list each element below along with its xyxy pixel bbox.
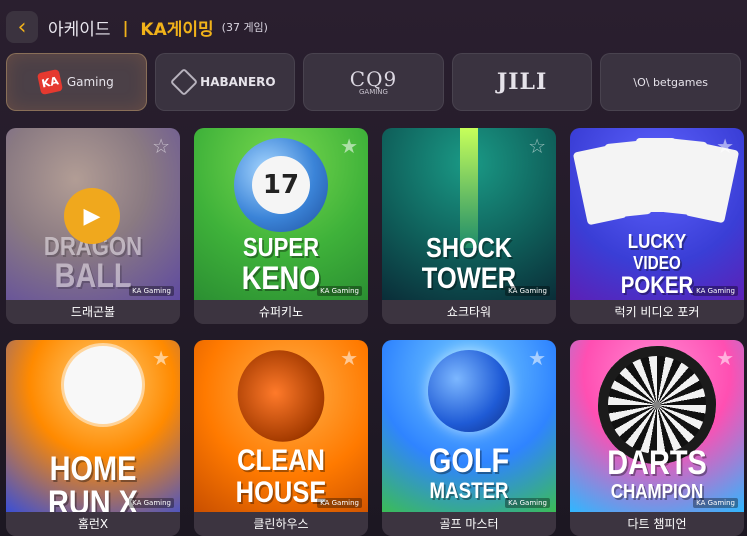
game-card[interactable]: 17 SUPER KENO ★ KA Gaming 슈퍼키노 <box>194 128 368 324</box>
ball-number-disc: 17 <box>252 156 310 214</box>
provider-tab-cq9[interactable]: CQ9 GAMING <box>303 53 444 111</box>
tower-graphic <box>460 128 478 248</box>
provider-badge: KA Gaming <box>317 498 362 508</box>
game-name: 슈퍼키노 <box>194 300 368 324</box>
provider-tab-habanero[interactable]: HABANERO <box>154 53 296 111</box>
game-name: 쇼크타워 <box>382 300 556 324</box>
bingo-ball: 17 <box>234 138 328 232</box>
favorite-star-icon[interactable]: ☆ <box>152 136 170 156</box>
favorite-star-icon[interactable]: ★ <box>152 348 170 368</box>
favorite-star-icon[interactable]: ★ <box>716 348 734 368</box>
provider-badge: KA Gaming <box>505 286 550 296</box>
provider-badge: KA Gaming <box>505 498 550 508</box>
habanero-logo-icon <box>170 67 199 97</box>
cockroach-graphic <box>225 340 337 454</box>
provider-label: HABANERO <box>200 75 276 89</box>
provider-badge: KA Gaming <box>129 286 174 296</box>
favorite-star-icon[interactable]: ☆ <box>528 136 546 156</box>
provider-badge: KA Gaming <box>129 498 174 508</box>
breadcrumb-separator: | <box>122 17 129 37</box>
provider-tab-betgames[interactable]: \O\ betgames <box>600 53 741 111</box>
breadcrumb-provider: KA게이밍 <box>140 19 214 40</box>
game-card[interactable]: HOME RUN X ★ KA Gaming 홈런X <box>6 340 180 536</box>
game-name: 클린하우스 <box>194 512 368 536</box>
game-name: 드래곤볼 <box>6 300 180 324</box>
favorite-star-icon[interactable]: ★ <box>528 348 546 368</box>
game-name: 골프 마스터 <box>382 512 556 536</box>
baseball <box>64 346 142 424</box>
provider-label: \O\ betgames <box>633 75 708 89</box>
game-card[interactable]: LUCKY VIDEO POKER ★ KA Gaming 럭키 비디오 포커 <box>570 128 744 324</box>
playing-cards <box>572 132 740 226</box>
play-button[interactable]: ▶ <box>64 188 120 244</box>
game-card[interactable]: DARTS CHAMPION ★ KA Gaming 다트 챔피언 <box>570 340 744 536</box>
game-card[interactable]: DRAGON BALL ▶ ☆ KA Gaming 드래곤볼 <box>6 128 180 324</box>
play-icon: ▶ <box>83 203 101 229</box>
game-title-art: DARTS CHAMPION <box>607 444 707 503</box>
game-name: 럭키 비디오 포커 <box>570 300 744 324</box>
provider-badge: KA Gaming <box>693 498 738 508</box>
chevron-left-icon: ‹ <box>17 14 27 40</box>
header-bar: ‹ 아케이드 | KA게이밍 (37 게임) <box>6 10 741 44</box>
golf-ball-graphic <box>428 350 510 432</box>
provider-tabs: KA Gaming HABANERO CQ9 GAMING JILI \O\ b… <box>6 53 741 111</box>
provider-label: Gaming <box>66 75 114 89</box>
provider-tab-jili[interactable]: JILI <box>451 53 593 111</box>
provider-badge: KA Gaming <box>693 286 738 296</box>
game-card[interactable]: SHOCK TOWER ☆ KA Gaming 쇼크타워 <box>382 128 556 324</box>
favorite-star-icon[interactable]: ★ <box>340 136 358 156</box>
game-card[interactable]: CLEAN HOUSE ★ KA Gaming 클린하우스 <box>194 340 368 536</box>
game-card[interactable]: GOLF MASTER ★ KA Gaming 골프 마스터 <box>382 340 556 536</box>
provider-badge: KA Gaming <box>317 286 362 296</box>
game-title-art: SHOCK TOWER <box>421 232 517 295</box>
provider-sub-label: GAMING <box>358 87 388 96</box>
dice-icon: KA <box>36 68 63 96</box>
game-title-art: GOLF MASTER <box>428 442 510 503</box>
back-button[interactable]: ‹ <box>6 11 38 43</box>
game-name: 다트 챔피언 <box>570 512 744 536</box>
provider-label: CQ9 <box>349 66 398 91</box>
ball-number: 17 <box>262 170 300 200</box>
game-title-art: HOME RUN X <box>48 450 138 522</box>
cq9-logo: CQ9 GAMING <box>350 69 397 96</box>
breadcrumb-section[interactable]: 아케이드 <box>48 15 111 40</box>
game-title-art: SUPER KENO <box>241 232 321 296</box>
favorite-star-icon[interactable]: ★ <box>340 348 358 368</box>
game-count: (37 게임) <box>221 21 268 34</box>
favorite-star-icon[interactable]: ★ <box>716 136 734 156</box>
game-name: 홈런X <box>6 512 180 536</box>
provider-label: JILI <box>496 69 548 95</box>
provider-tab-ka-gaming[interactable]: KA Gaming <box>6 53 147 111</box>
